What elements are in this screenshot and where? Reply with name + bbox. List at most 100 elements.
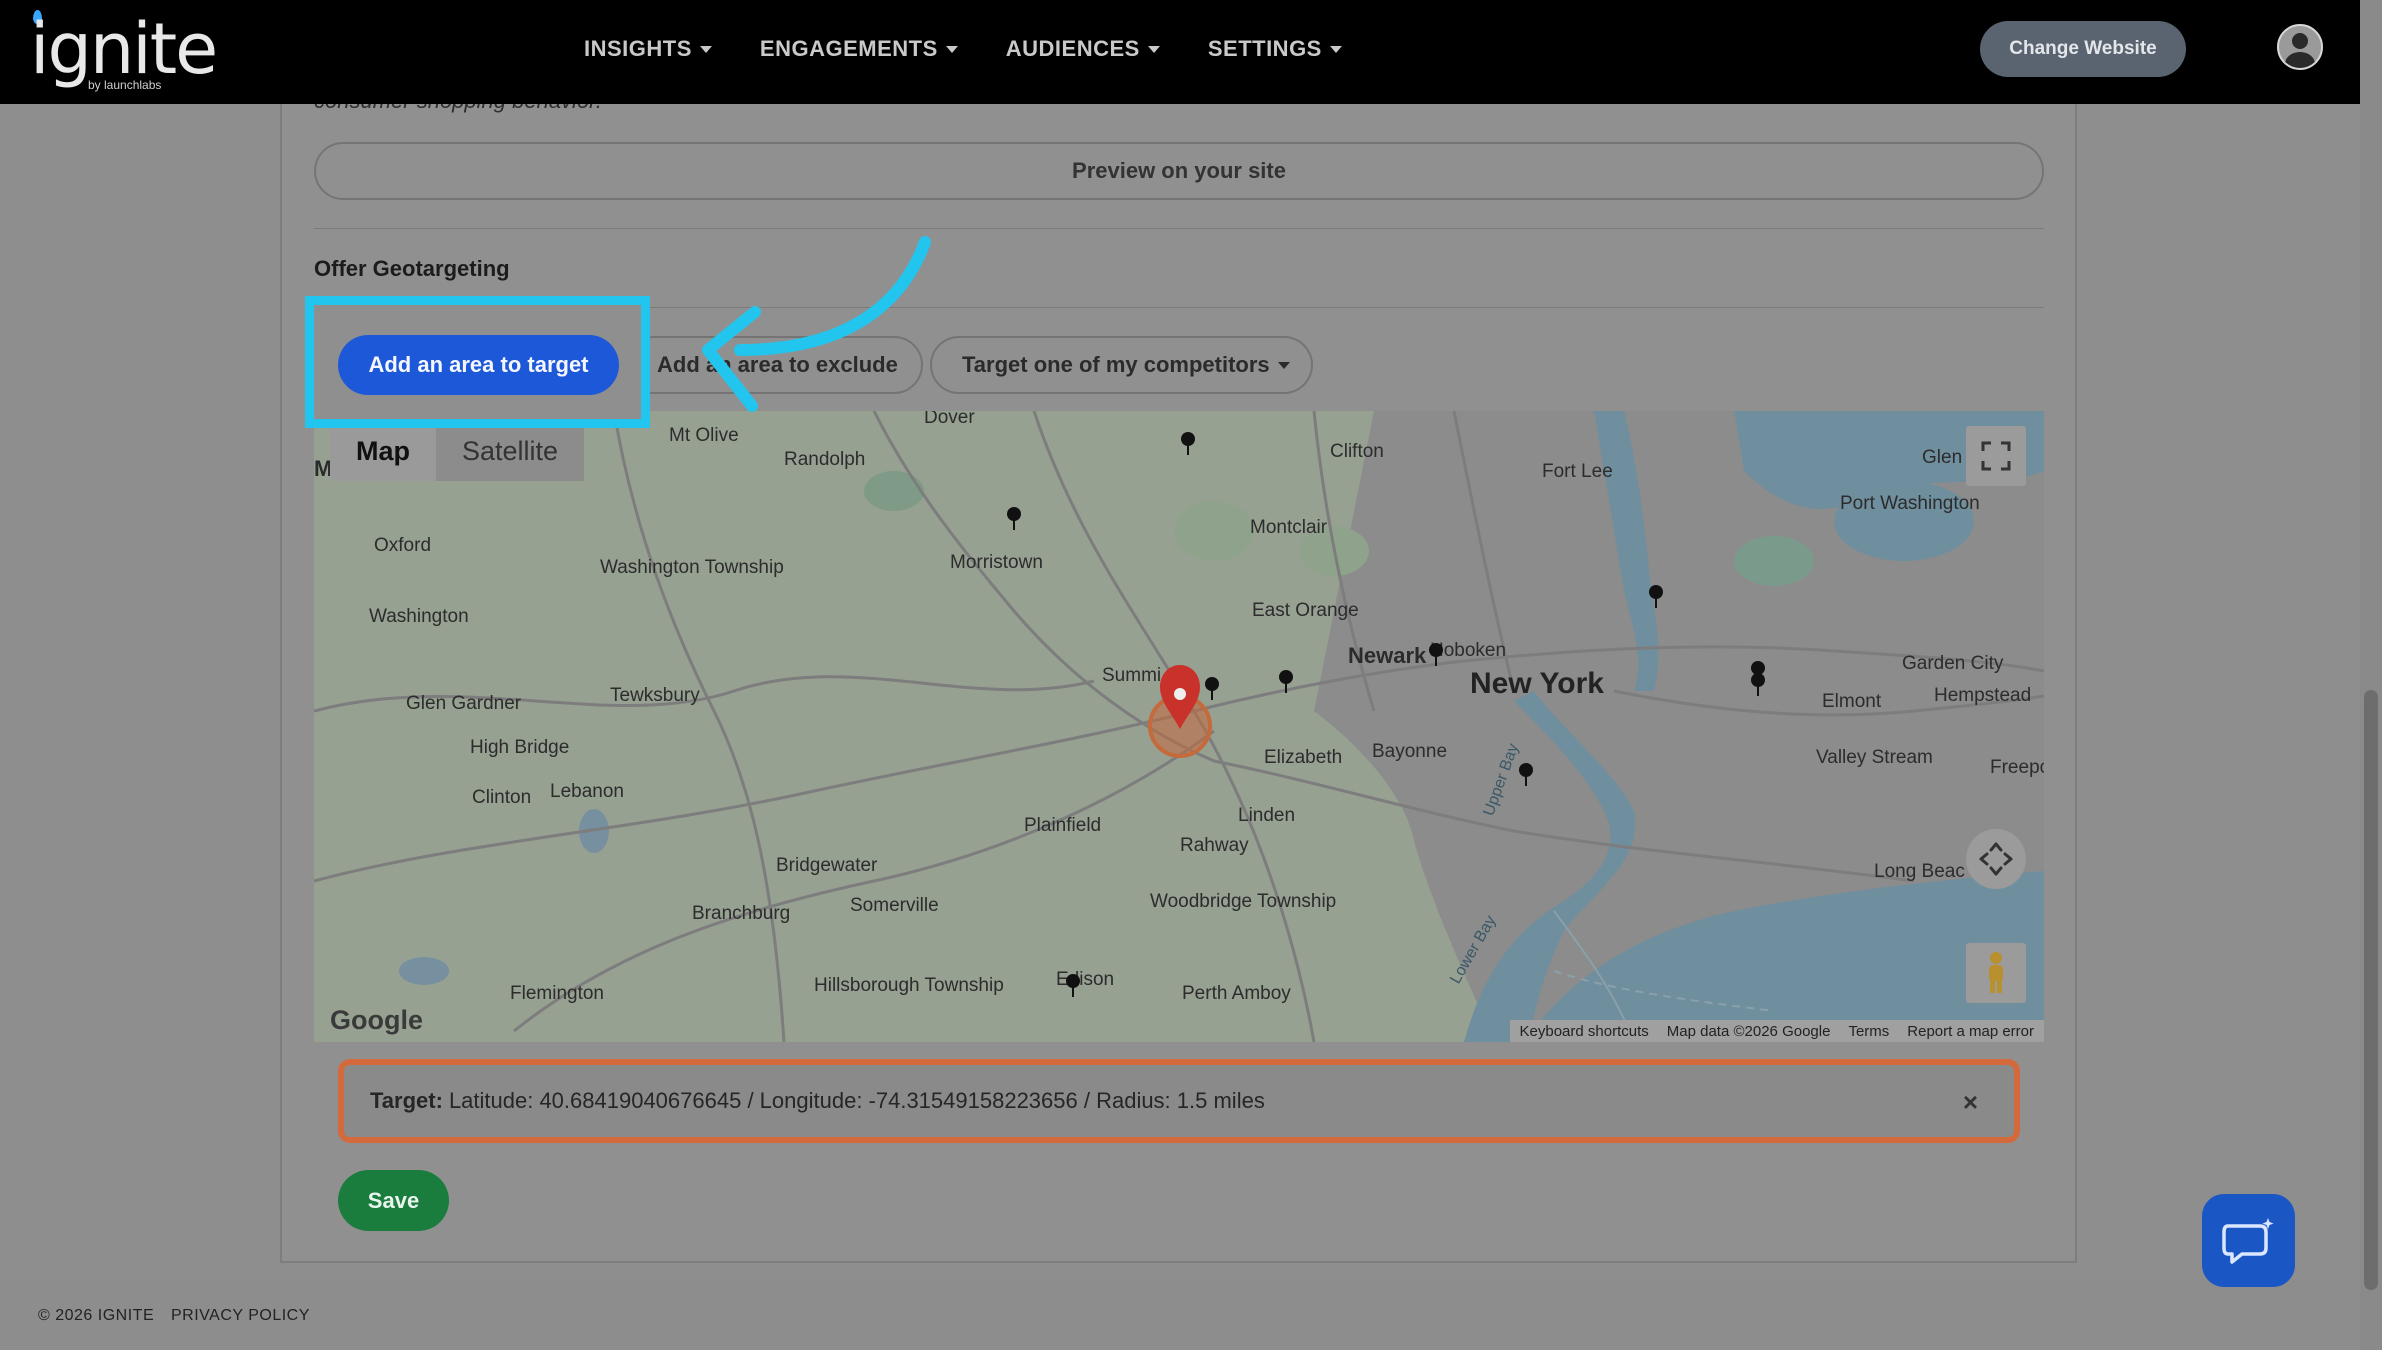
map-label: Branchburg bbox=[692, 903, 791, 924]
map-label: East Orange bbox=[1252, 600, 1359, 621]
target-coordinates-text: Latitude: 40.68419040676645 / Longitude:… bbox=[448, 1088, 1265, 1113]
nav-insights[interactable]: INSIGHTS bbox=[584, 36, 712, 62]
map-label: Hillsborough Township bbox=[814, 975, 1004, 996]
section-title: Offer Geotargeting bbox=[314, 256, 510, 281]
map-label: Plainfield bbox=[1024, 815, 1102, 836]
page-footer: © 2026 IGNITE PRIVACY POLICY bbox=[0, 1280, 2360, 1350]
target-competitor-dropdown[interactable]: Target one of my competitors bbox=[930, 336, 1313, 394]
nav-engagements-label: ENGAGEMENTS bbox=[759, 36, 938, 61]
google-logo: Google bbox=[330, 1005, 423, 1035]
ignite-logo[interactable]: ignite by launchlabs bbox=[30, 6, 218, 96]
chevron-down-icon bbox=[1277, 361, 1290, 369]
map-label: Somerville bbox=[850, 895, 939, 916]
chevron-down-icon bbox=[699, 45, 712, 53]
terms-link[interactable]: Terms bbox=[1848, 1023, 1889, 1040]
fullscreen-glyph bbox=[1981, 441, 2011, 471]
preview-on-site-button[interactable]: Preview on your site bbox=[314, 142, 2044, 200]
map-canvas bbox=[314, 411, 2044, 1042]
street-view-pegman-icon[interactable] bbox=[1966, 943, 2026, 1003]
map-label: Elizabeth bbox=[1264, 747, 1343, 768]
map-type-map-button[interactable]: Map bbox=[330, 421, 436, 481]
location-pin-icon[interactable] bbox=[1279, 670, 1293, 693]
divider bbox=[314, 228, 2044, 229]
map-label: Glen Gardner bbox=[406, 693, 522, 714]
top-navigation-bar: ignite by launchlabs INSIGHTS ENGAGEMENT… bbox=[0, 0, 2360, 104]
tutorial-arrow-icon bbox=[702, 236, 931, 412]
pan-arrows-glyph bbox=[1979, 842, 2013, 876]
save-button[interactable]: Save bbox=[338, 1170, 449, 1231]
avatar-head bbox=[2292, 33, 2308, 49]
map-label: Edison bbox=[1056, 969, 1115, 990]
chevron-down-icon bbox=[1147, 45, 1160, 53]
logo-subtitle: by launchlabs bbox=[88, 78, 162, 92]
map-label: Bridgewater bbox=[776, 855, 878, 876]
location-pin-icon[interactable] bbox=[1751, 673, 1765, 696]
remove-target-close-icon[interactable]: × bbox=[1963, 1087, 1978, 1118]
map-label: Oxford bbox=[374, 535, 432, 556]
location-pin-icon[interactable] bbox=[1181, 432, 1195, 455]
map-label: Clifton bbox=[1330, 441, 1384, 462]
chevron-down-icon bbox=[945, 45, 958, 53]
map-label: Washington Township bbox=[600, 557, 784, 578]
map-label: Bayonne bbox=[1372, 741, 1448, 762]
user-avatar-icon[interactable] bbox=[2277, 24, 2323, 70]
map-label: Garden City bbox=[1902, 653, 2004, 674]
location-pin-icon[interactable] bbox=[1205, 677, 1219, 700]
map-label: Washington bbox=[369, 606, 469, 627]
location-pin-icon[interactable] bbox=[1519, 763, 1533, 786]
map-label: Perth Amboy bbox=[1182, 983, 1291, 1004]
map-label: Clinton bbox=[472, 787, 532, 808]
report-map-error-link[interactable]: Report a map error bbox=[1907, 1023, 2034, 1040]
map-label: Fort Lee bbox=[1542, 461, 1613, 482]
map-label-new-york: New York bbox=[1470, 667, 1604, 700]
avatar-body bbox=[2285, 52, 2315, 68]
add-area-target-button[interactable]: Add an area to target bbox=[338, 335, 619, 395]
target-competitor-label: Target one of my competitors bbox=[962, 352, 1270, 377]
fullscreen-icon[interactable] bbox=[1966, 426, 2026, 486]
location-pin-icon[interactable] bbox=[1007, 507, 1021, 530]
map-label: Tewksbury bbox=[610, 685, 700, 706]
main-nav: INSIGHTS ENGAGEMENTS AUDIENCES SETTINGS bbox=[584, 36, 1342, 62]
nav-insights-label: INSIGHTS bbox=[584, 36, 692, 61]
keyboard-shortcuts-link[interactable]: Keyboard shortcuts bbox=[1520, 1023, 1649, 1040]
nav-audiences[interactable]: AUDIENCES bbox=[1006, 36, 1160, 62]
privacy-policy-link[interactable]: PRIVACY POLICY bbox=[171, 1307, 310, 1325]
map-label: Hempstead bbox=[1934, 685, 2032, 706]
map-type-toggle: Map Satellite bbox=[330, 421, 585, 481]
pegman-glyph bbox=[1989, 952, 2003, 993]
map-type-satellite-button[interactable]: Satellite bbox=[436, 421, 585, 481]
map-label: Valley Stream bbox=[1816, 747, 1933, 768]
map-data-text: Map data ©2026 Google bbox=[1666, 1022, 1831, 1040]
map-label: Rahway bbox=[1180, 835, 1249, 856]
nav-settings[interactable]: SETTINGS bbox=[1208, 36, 1342, 62]
map-label: Long Beac bbox=[1874, 861, 1965, 882]
map-label: Flemington bbox=[510, 983, 604, 1004]
map-label: High Bridge bbox=[470, 737, 570, 758]
location-pin-icon[interactable] bbox=[1649, 585, 1663, 608]
nav-audiences-label: AUDIENCES bbox=[1005, 36, 1140, 61]
map-label: Summi bbox=[1102, 665, 1162, 686]
chevron-down-icon bbox=[1329, 45, 1342, 53]
map-label: Woodbridge Township bbox=[1150, 891, 1337, 912]
map-label: Randolph bbox=[784, 449, 866, 470]
change-website-button[interactable]: Change Website bbox=[1980, 21, 2186, 77]
page-scrollbar[interactable] bbox=[2360, 0, 2382, 1350]
map-label: Newark bbox=[1348, 643, 1427, 668]
geotargeting-map[interactable]: Mt Olive Mt Olive Randolph Dover Oxford … bbox=[314, 411, 2044, 1042]
target-area-item: Target: Latitude: 40.68419040676645 / Lo… bbox=[338, 1059, 2020, 1143]
copyright-text: © 2026 IGNITE bbox=[38, 1307, 155, 1324]
map-label: Freepo bbox=[1990, 757, 2044, 778]
chat-support-button[interactable] bbox=[2202, 1194, 2295, 1287]
map-label: Linden bbox=[1238, 805, 1296, 826]
location-pin-icon[interactable] bbox=[1429, 643, 1443, 666]
map-label: Mt Olive bbox=[669, 425, 739, 446]
map-label: Morristown bbox=[950, 552, 1043, 573]
pan-control-icon[interactable] bbox=[1966, 829, 2026, 889]
map-label: Port Washington bbox=[1840, 493, 1980, 514]
nav-settings-label: SETTINGS bbox=[1207, 36, 1322, 61]
map-attribution: Keyboard shortcuts Map data ©2026 Google… bbox=[1509, 1020, 2044, 1042]
nav-engagements[interactable]: ENGAGEMENTS bbox=[760, 36, 958, 62]
map-label: Glen bbox=[1922, 447, 1963, 468]
location-pin-icon[interactable] bbox=[1066, 974, 1080, 997]
scrollbar-thumb[interactable] bbox=[2364, 690, 2378, 1290]
